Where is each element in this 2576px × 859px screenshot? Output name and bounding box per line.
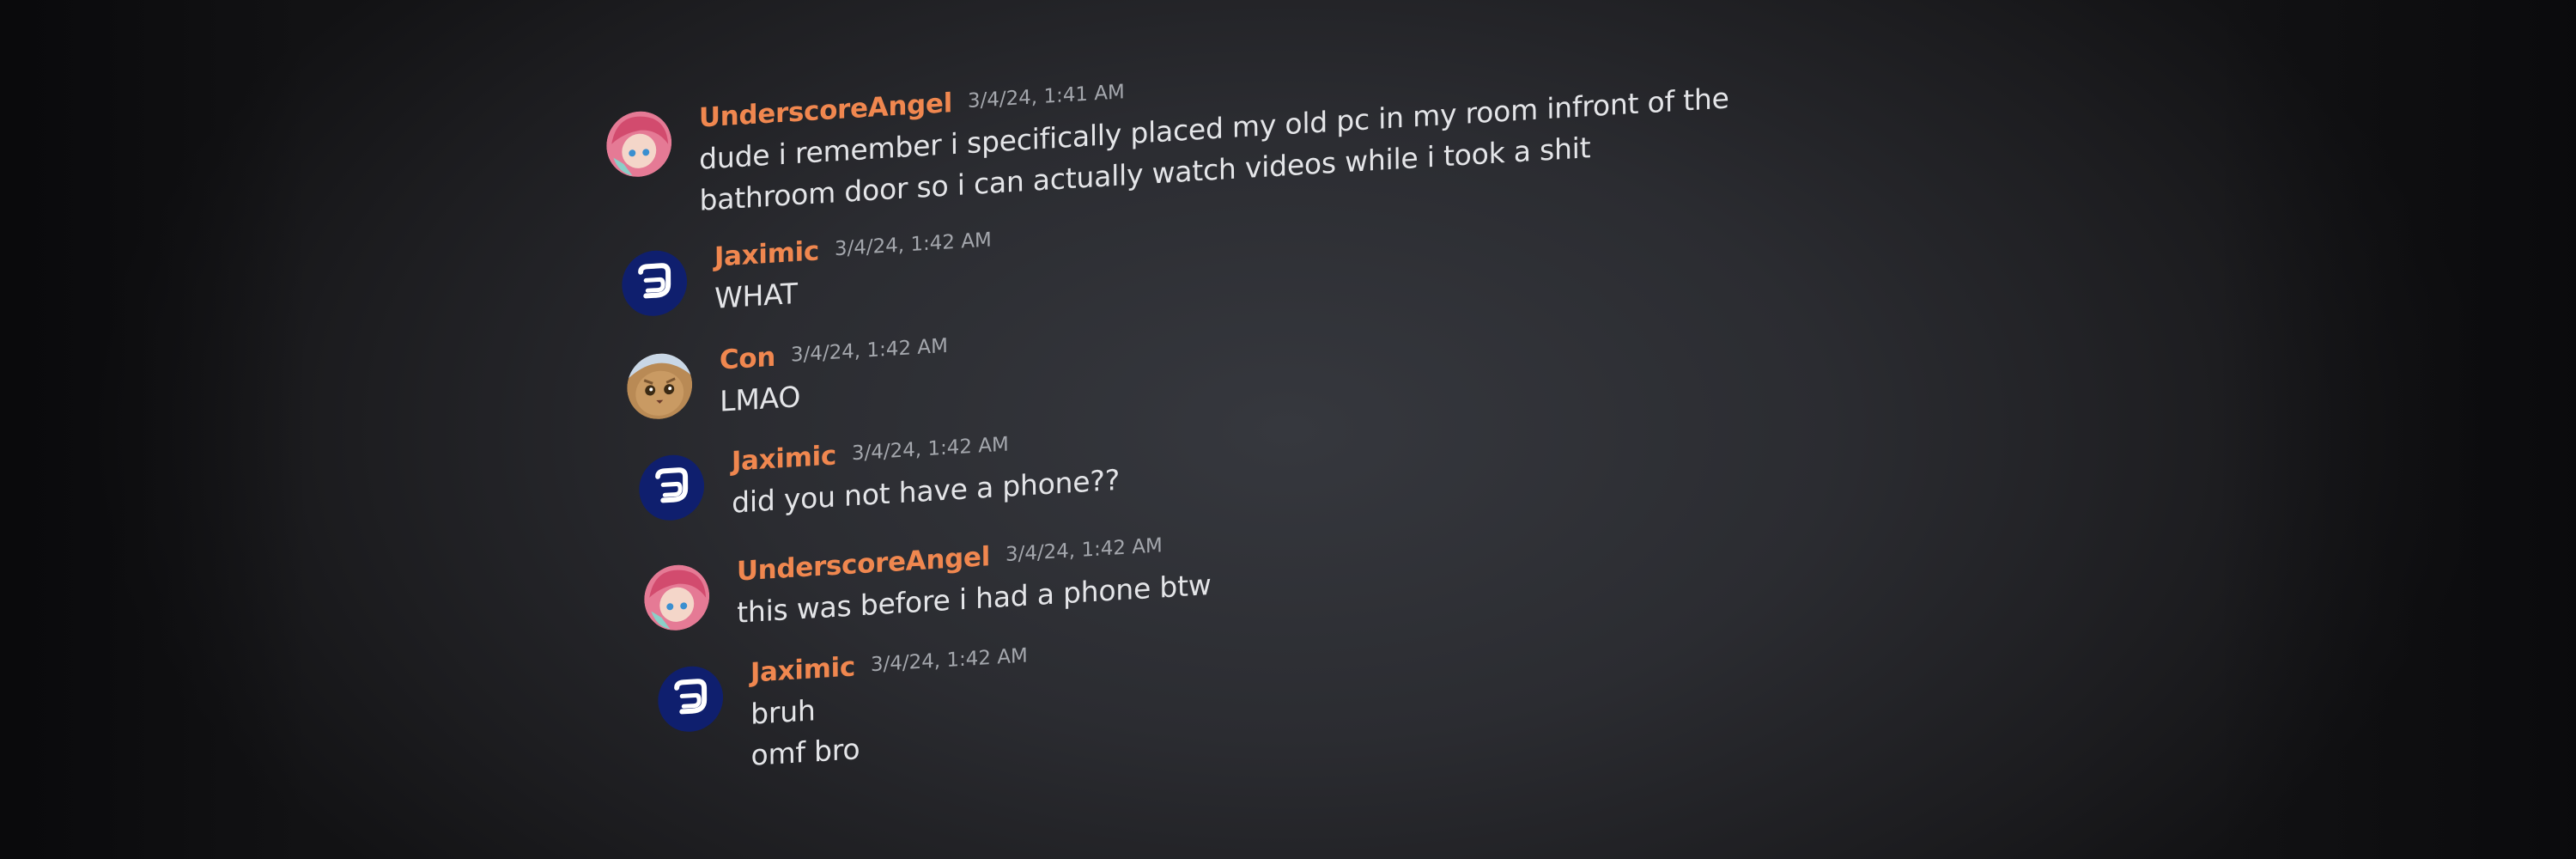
message-line: bruh (750, 693, 816, 731)
message-content: bruh omf bro (750, 687, 860, 777)
timestamp: 3/4/24, 1:42 AM (834, 228, 992, 261)
username[interactable]: Jaximic (732, 440, 836, 477)
username[interactable]: Jaximic (750, 651, 855, 688)
timestamp: 3/4/24, 1:41 AM (967, 81, 1125, 113)
timestamp: 3/4/24, 1:42 AM (851, 433, 1009, 466)
message-content: WHAT (714, 273, 798, 320)
message-content: LMAO (720, 376, 800, 423)
message-line: omf bro (750, 732, 860, 772)
timestamp: 3/4/24, 1:42 AM (1005, 534, 1163, 567)
jaximic-logo-avatar-icon[interactable] (639, 453, 705, 522)
chat-message-list: UnderscoreAngel 3/4/24, 1:41 AM dude i re… (0, 0, 2576, 859)
jaximic-logo-avatar-icon[interactable] (622, 248, 688, 318)
message-line: LMAO (720, 380, 801, 418)
jaximic-logo-avatar-icon[interactable] (658, 664, 724, 734)
anime-pink-hair-avatar-icon[interactable] (644, 563, 710, 632)
timestamp: 3/4/24, 1:42 AM (790, 334, 948, 367)
username[interactable]: Con (720, 342, 775, 376)
anime-pink-hair-avatar-icon[interactable] (606, 109, 672, 179)
message-line: WHAT (714, 276, 799, 315)
timestamp: 3/4/24, 1:42 AM (870, 644, 1028, 677)
cat-face-avatar-icon[interactable] (627, 351, 693, 421)
username[interactable]: Jaximic (714, 235, 819, 272)
